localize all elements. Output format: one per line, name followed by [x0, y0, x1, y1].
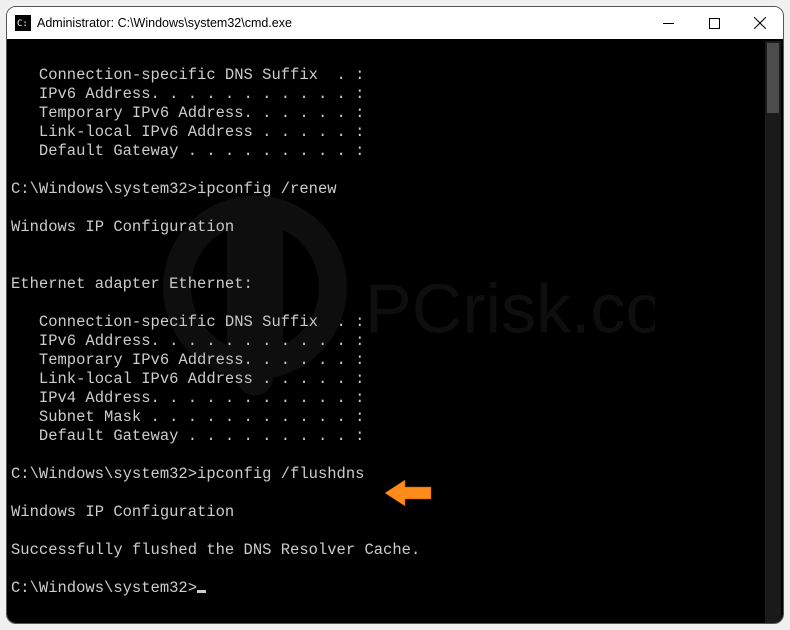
terminal[interactable]: Connection-specific DNS Suffix . : IPv6 …: [7, 39, 783, 623]
scrollbar[interactable]: [765, 41, 781, 623]
scrollbar-thumb[interactable]: [767, 43, 779, 113]
cursor: [197, 590, 206, 593]
svg-text:C:: C:: [17, 19, 28, 29]
titlebar[interactable]: C: Administrator: C:\Windows\system32\cm…: [7, 7, 783, 39]
maximize-button[interactable]: [691, 7, 737, 39]
window-controls: [645, 7, 783, 39]
cmd-icon: C:: [15, 15, 31, 31]
close-button[interactable]: [737, 7, 783, 39]
minimize-button[interactable]: [645, 7, 691, 39]
cmd-window: C: Administrator: C:\Windows\system32\cm…: [6, 6, 784, 624]
terminal-output: Connection-specific DNS Suffix . : IPv6 …: [7, 39, 763, 623]
window-title: Administrator: C:\Windows\system32\cmd.e…: [37, 16, 645, 30]
